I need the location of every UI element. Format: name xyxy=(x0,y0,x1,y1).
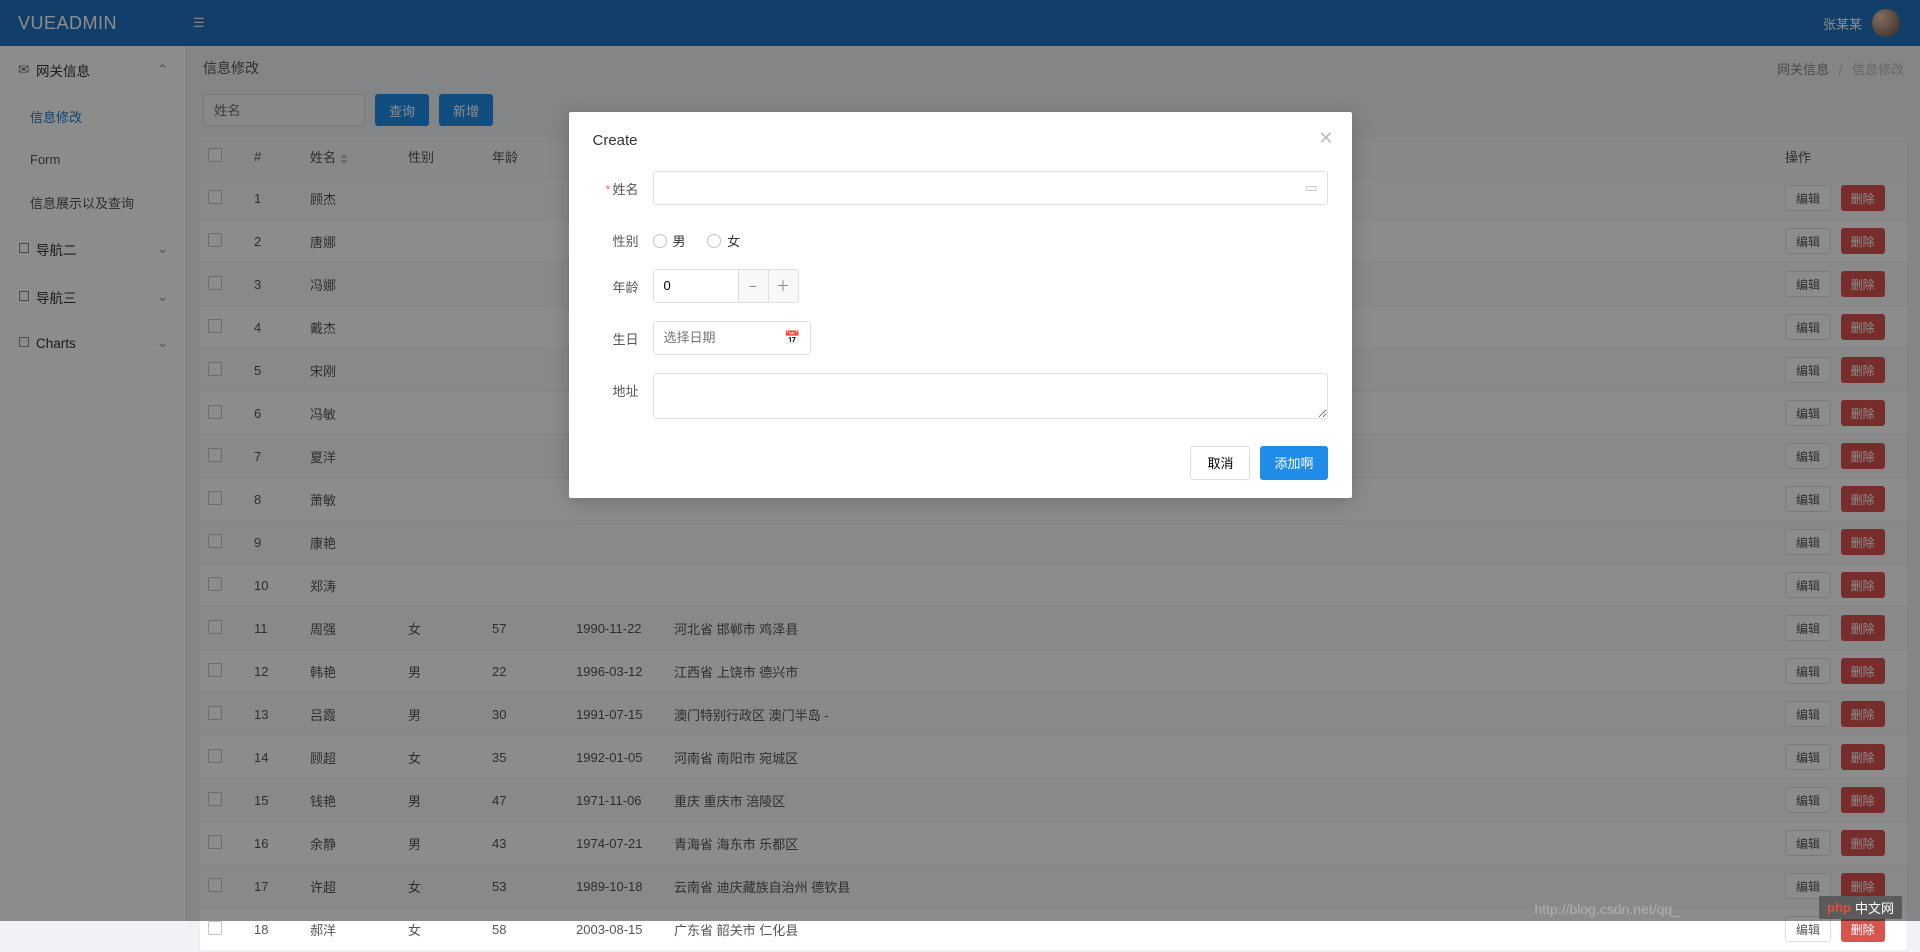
calendar-icon: 📅 xyxy=(784,330,800,346)
watermark-url: http://blog.csdn.net/qq_ xyxy=(1534,901,1680,917)
watermark-logo: php中文网 xyxy=(1819,896,1902,919)
dialog-title: Create xyxy=(593,132,1328,149)
address-textarea[interactable] xyxy=(653,373,1328,419)
name-input[interactable] xyxy=(653,171,1328,205)
card-icon: ▭ xyxy=(1305,180,1317,196)
age-input[interactable] xyxy=(654,270,738,302)
cancel-button[interactable]: 取消 xyxy=(1190,446,1250,480)
create-dialog: Create ✕ *姓名 ▭ 性别 男 女 年龄 xyxy=(569,112,1352,498)
modal-overlay: Create ✕ *姓名 ▭ 性别 男 女 年龄 xyxy=(0,0,1920,921)
age-increase[interactable]: ＋ xyxy=(768,270,798,302)
age-decrease[interactable]: − xyxy=(738,270,768,302)
radio-male[interactable]: 男 xyxy=(653,223,686,250)
confirm-button[interactable]: 添加啊 xyxy=(1260,446,1327,480)
close-icon[interactable]: ✕ xyxy=(1318,128,1333,149)
row-checkbox[interactable] xyxy=(208,921,222,935)
radio-female[interactable]: 女 xyxy=(707,223,740,250)
age-stepper[interactable]: − ＋ xyxy=(653,269,799,303)
